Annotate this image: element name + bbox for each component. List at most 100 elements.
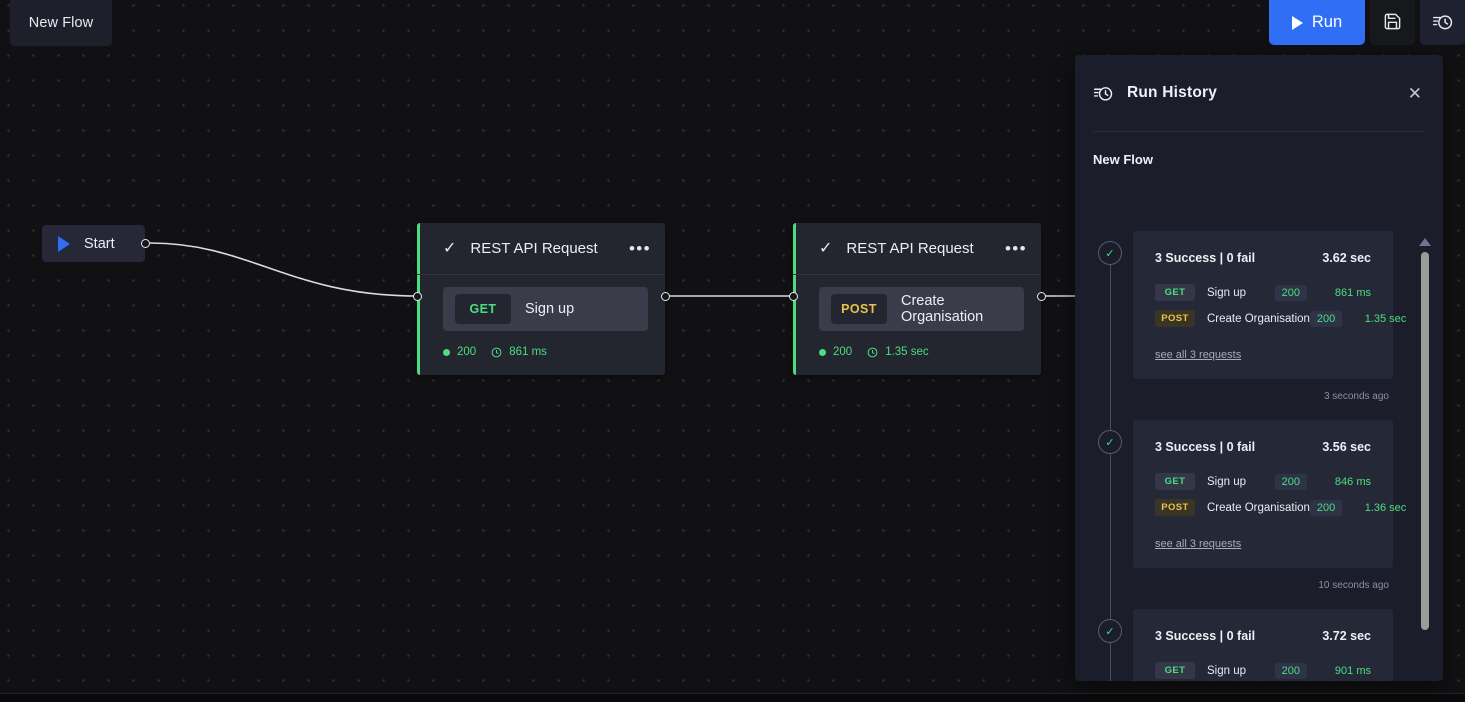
run-card[interactable]: 3 Success | 0 fail 3.72 sec GET Sign up … [1133, 609, 1393, 681]
scrollbar-thumb[interactable] [1421, 252, 1429, 630]
run-request-row: GET Sign up 200 901 ms [1155, 662, 1371, 679]
play-icon [1291, 15, 1303, 30]
run-status-check-icon: ✓ [1098, 430, 1122, 454]
request-name: Sign up [1207, 664, 1247, 677]
request-name: Sign up [1207, 475, 1247, 488]
run-summary: 3 Success | 0 fail [1155, 440, 1256, 454]
floppy-disk-icon [1383, 12, 1402, 34]
node-duration: 861 ms [509, 346, 547, 358]
status-code: 200 [833, 346, 853, 358]
ellipsis-icon[interactable]: ••• [629, 240, 651, 257]
request-box[interactable]: POST Create Organisation [819, 287, 1024, 331]
check-icon: ✓ [819, 239, 833, 257]
start-node[interactable]: Start [42, 225, 145, 262]
close-icon[interactable]: ✕ [1408, 85, 1422, 102]
run-summary: 3 Success | 0 fail [1155, 629, 1256, 643]
request-duration: 1.35 sec [1364, 312, 1407, 325]
run-status-check-icon: ✓ [1098, 619, 1122, 643]
status-dot-icon [443, 348, 450, 356]
method-badge: GET [1155, 662, 1195, 679]
run-duration: 3.72 sec [1322, 629, 1371, 643]
node-status: 200 861 ms [417, 331, 665, 363]
run-button-label: Run [1311, 13, 1343, 31]
node-header: ✓ REST API Request ••• [793, 223, 1041, 275]
run-history-header: Run History ✕ [1075, 55, 1443, 131]
status-dot-icon [819, 348, 826, 356]
start-node-label: Start [84, 235, 115, 252]
status-code-badge: 200 [1309, 499, 1343, 516]
run-status-check-icon: ✓ [1098, 241, 1122, 265]
clock-icon [867, 347, 878, 358]
flow-tab[interactable]: New Flow [10, 0, 112, 46]
node-header: ✓ REST API Request ••• [417, 223, 665, 275]
run-history-item[interactable]: ✓ 3 Success | 0 fail 3.62 sec GET Sign u… [1075, 231, 1443, 420]
run-summary: 3 Success | 0 fail [1155, 251, 1256, 265]
run-history-panel[interactable]: Run History ✕ New Flow ✓ 3 Success | 0 f… [1075, 55, 1443, 681]
play-icon [58, 235, 70, 252]
node-title: REST API Request [846, 240, 974, 257]
run-list-scrollbar[interactable] [1419, 238, 1431, 681]
status-code-badge: 200 [1274, 284, 1307, 301]
status-code-badge: 200 [1274, 662, 1307, 679]
run-card[interactable]: 3 Success | 0 fail 3.62 sec GET Sign up … [1133, 231, 1406, 379]
status-code: 200 [457, 346, 477, 358]
run-request-row: GET Sign up 200 846 ms [1155, 473, 1371, 490]
clock-icon [491, 347, 502, 358]
request-name: Sign up [1207, 286, 1247, 299]
status-code-badge: 200 [1274, 473, 1307, 490]
method-chip: POST [831, 294, 887, 324]
start-node-output-port[interactable] [141, 239, 150, 248]
status-code-badge: 200 [1309, 310, 1343, 327]
run-timestamp: 10 seconds ago [1318, 580, 1389, 591]
run-list-viewport[interactable]: ✓ 3 Success | 0 fail 3.62 sec GET Sign u… [1075, 231, 1443, 681]
run-history-item[interactable]: ✓ 3 Success | 0 fail 3.56 sec GET Sign u… [1075, 420, 1443, 609]
request-name: Sign up [525, 301, 575, 317]
run-request-row: POST Create Organisation 200 1.35 sec [1155, 310, 1406, 327]
panel-flow-name: New Flow [1093, 152, 1153, 167]
node-duration: 1.35 sec [885, 346, 929, 358]
method-badge: GET [1155, 473, 1195, 490]
run-history-button[interactable] [1420, 0, 1465, 45]
request-duration: 901 ms [1334, 664, 1371, 677]
run-card[interactable]: 3 Success | 0 fail 3.56 sec GET Sign up … [1133, 420, 1406, 568]
request-name: Create Organisation [1207, 312, 1310, 325]
run-history-icon [1432, 11, 1453, 35]
request-duration: 1.36 sec [1364, 501, 1407, 514]
save-button[interactable] [1370, 0, 1415, 45]
rest-api-request-node-2[interactable]: ✓ REST API Request ••• POST Create Organ… [793, 223, 1041, 375]
method-chip: GET [455, 294, 511, 324]
method-badge: POST [1155, 499, 1195, 516]
rest-api-request-node-1[interactable]: ✓ REST API Request ••• GET Sign up 200 8… [417, 223, 665, 375]
node-2-output-port[interactable] [1037, 292, 1046, 301]
check-icon: ✓ [443, 239, 457, 257]
edge-start-to-node1 [149, 242, 418, 297]
run-request-row: POST Create Organisation 200 1.36 sec [1155, 499, 1406, 516]
request-name: Create Organisation [901, 293, 984, 325]
node-title: REST API Request [470, 240, 598, 257]
run-history-icon [1093, 83, 1113, 103]
see-all-requests-link[interactable]: see all 3 requests [1155, 538, 1241, 550]
flow-tab-label: New Flow [28, 15, 94, 31]
request-duration: 861 ms [1334, 286, 1371, 299]
request-box[interactable]: GET Sign up [443, 287, 648, 331]
run-timestamp: 3 seconds ago [1323, 391, 1389, 402]
node-body: GET Sign up [417, 275, 665, 331]
run-button[interactable]: Run [1269, 0, 1365, 45]
run-request-row: GET Sign up 200 861 ms [1155, 284, 1371, 301]
method-badge: GET [1155, 284, 1195, 301]
run-history-title: Run History [1127, 84, 1218, 101]
scroll-up-arrow-icon[interactable] [1419, 238, 1431, 246]
node-1-input-port[interactable] [413, 292, 422, 301]
run-history-item[interactable]: ✓ 3 Success | 0 fail 3.72 sec GET Sign u… [1075, 609, 1443, 681]
see-all-requests-link[interactable]: see all 3 requests [1155, 349, 1241, 361]
run-card-header: 3 Success | 0 fail 3.62 sec [1155, 251, 1371, 265]
run-card-header: 3 Success | 0 fail 3.56 sec [1155, 440, 1371, 454]
node-1-output-port[interactable] [661, 292, 670, 301]
node-body: POST Create Organisation [793, 275, 1041, 331]
run-duration: 3.62 sec [1322, 251, 1371, 265]
run-duration: 3.56 sec [1322, 440, 1371, 454]
request-duration: 846 ms [1334, 475, 1371, 488]
ellipsis-icon[interactable]: ••• [1005, 240, 1027, 257]
node-status: 200 1.35 sec [793, 331, 1041, 363]
node-2-input-port[interactable] [789, 292, 798, 301]
